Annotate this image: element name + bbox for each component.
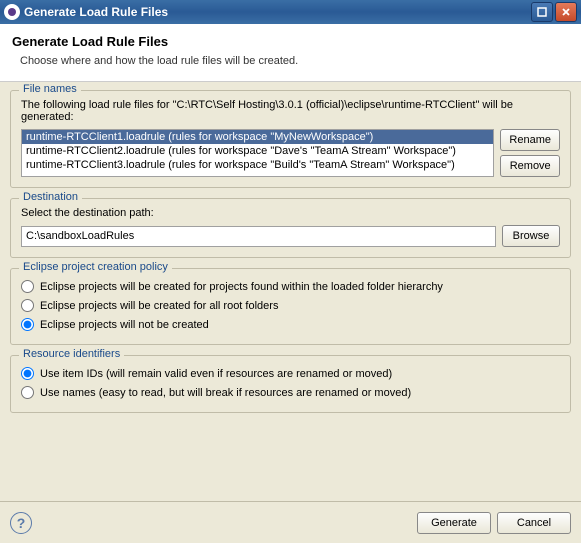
file-list-item[interactable]: runtime-RTCClient3.loadrule (rules for w… [22,158,493,172]
file-names-description: The following load rule files for "C:\RT… [21,99,560,123]
page-title: Generate Load Rule Files [12,34,569,49]
help-icon[interactable]: ? [10,512,32,534]
resource-option[interactable]: Use item IDs (will remain valid even if … [21,364,560,383]
policy-radio[interactable] [21,318,34,331]
resource-radio[interactable] [21,367,34,380]
policy-option-label: Eclipse projects will be created for pro… [40,281,443,293]
file-names-list[interactable]: runtime-RTCClient1.loadrule (rules for w… [21,129,494,177]
policy-option-label: Eclipse projects will not be created [40,319,209,331]
file-list-item[interactable]: runtime-RTCClient1.loadrule (rules for w… [22,130,493,144]
cancel-button[interactable]: Cancel [497,512,571,534]
destination-prompt: Select the destination path: [21,207,560,219]
policy-option[interactable]: Eclipse projects will be created for pro… [21,277,560,296]
policy-option[interactable]: Eclipse projects will not be created [21,315,560,334]
remove-button[interactable]: Remove [500,155,560,177]
policy-radio[interactable] [21,280,34,293]
resource-radio[interactable] [21,386,34,399]
destination-label: Destination [19,191,82,203]
browse-button[interactable]: Browse [502,225,560,247]
file-list-item[interactable]: runtime-RTCClient2.loadrule (rules for w… [22,144,493,158]
policy-label: Eclipse project creation policy [19,261,172,273]
resource-option-label: Use names (easy to read, but will break … [40,387,411,399]
titlebar: Generate Load Rule Files [0,0,581,24]
policy-option[interactable]: Eclipse projects will be created for all… [21,296,560,315]
window-title: Generate Load Rule Files [24,5,531,19]
dialog-footer: ? Generate Cancel [0,501,581,543]
resource-ids-group: Resource identifiers Use item IDs (will … [10,355,571,413]
destination-group: Destination Select the destination path:… [10,198,571,258]
file-names-group: File names The following load rule files… [10,90,571,188]
page-subtitle: Choose where and how the load rule files… [12,55,569,67]
generate-button[interactable]: Generate [417,512,491,534]
destination-input[interactable] [21,226,496,247]
resource-ids-label: Resource identifiers [19,348,124,360]
policy-option-label: Eclipse projects will be created for all… [40,300,278,312]
close-button[interactable] [555,2,577,22]
resource-option[interactable]: Use names (easy to read, but will break … [21,383,560,402]
resource-option-label: Use item IDs (will remain valid even if … [40,368,392,380]
policy-group: Eclipse project creation policy Eclipse … [10,268,571,345]
maximize-button[interactable] [531,2,553,22]
dialog-header: Generate Load Rule Files Choose where an… [0,24,581,82]
file-names-label: File names [19,83,81,95]
eclipse-icon [4,4,20,20]
policy-radio[interactable] [21,299,34,312]
rename-button[interactable]: Rename [500,129,560,151]
